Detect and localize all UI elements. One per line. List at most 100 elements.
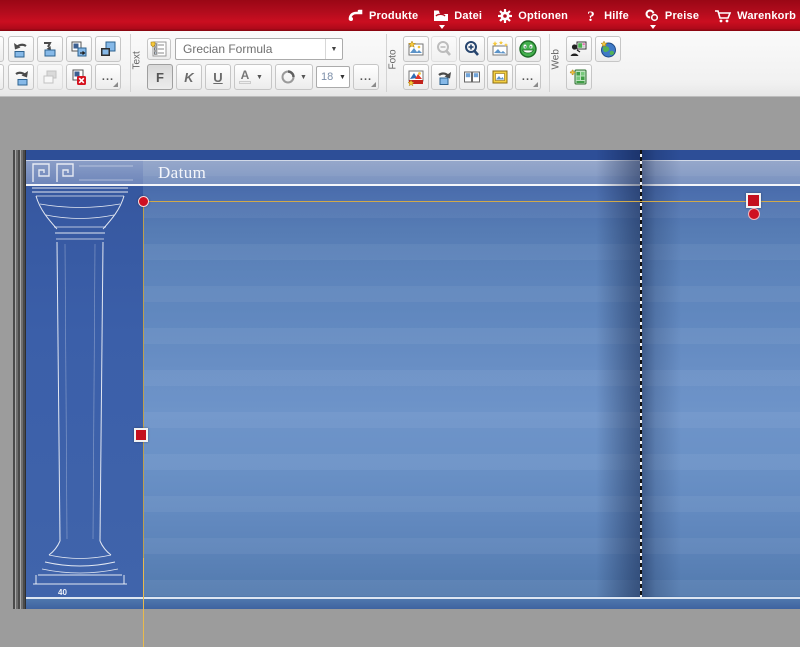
more-text-button[interactable]: ... [353, 64, 379, 90]
italic-label: K [184, 70, 193, 85]
add-photo-icon [406, 39, 426, 59]
font-size-combobox[interactable]: 18 ▼ [316, 66, 350, 88]
menu-item-datei[interactable]: Datei [433, 0, 482, 31]
send-to-back-button[interactable] [95, 36, 121, 62]
photo-book-editor-window: Produkte Datei [0, 0, 800, 647]
calendar-header-title[interactable]: Datum [158, 161, 206, 184]
web-group-label: Web [551, 58, 562, 70]
menu-label: Produkte [369, 10, 418, 22]
font-family-combobox[interactable]: Grecian Formula ▼ [175, 38, 343, 60]
coins-icon [644, 8, 660, 24]
menubar: Produkte Datei [0, 0, 800, 31]
paste-object-icon [40, 39, 60, 59]
photo-frame-button[interactable] [487, 64, 513, 90]
page-fold-shadow [596, 150, 681, 609]
zoom-in-photo-button[interactable] [459, 36, 485, 62]
calendar-page[interactable]: Datum 40 [13, 150, 800, 609]
selection-rotate-handle[interactable] [748, 208, 760, 220]
corner-arrow-icon [533, 82, 538, 87]
redo-icon [11, 67, 31, 87]
undo-button[interactable] [8, 36, 34, 62]
smiley-button[interactable] [515, 36, 541, 62]
web-upload-icon [569, 67, 589, 87]
toolbar: ... Text Grecian Formula ▼ F [0, 31, 800, 97]
enhance-photo-button[interactable] [487, 36, 513, 62]
selection-handle-top-left[interactable] [138, 196, 149, 207]
bold-button[interactable]: F [147, 64, 173, 90]
page-top-strip [26, 150, 800, 160]
text-effect-dropdown-arrow[interactable]: ▼ [300, 74, 307, 81]
selection-handle-middle-left[interactable] [134, 428, 148, 442]
chevron-down-icon [439, 25, 445, 29]
font-color-icon: A [239, 70, 251, 84]
underline-button[interactable]: U [205, 64, 231, 90]
webcam-button[interactable] [566, 36, 592, 62]
photo-split-button[interactable] [459, 64, 485, 90]
web-upload-button[interactable] [566, 64, 592, 90]
menu-item-optionen[interactable]: Optionen [497, 0, 568, 31]
gear-icon [497, 8, 513, 24]
globe-icon [598, 39, 618, 59]
menu-label: Optionen [518, 10, 568, 22]
menu-item-produkte[interactable]: Produkte [348, 0, 418, 31]
rotate-photo-button[interactable] [431, 64, 457, 90]
menu-item-warenkorb[interactable]: Warenkorb [714, 0, 796, 31]
two-photos-icon [462, 67, 482, 87]
selection-handle-top-middle[interactable] [746, 193, 761, 208]
greek-key-pattern-icon [31, 162, 135, 184]
delete-button[interactable] [66, 64, 92, 90]
undo-icon [11, 39, 31, 59]
smiley-icon [518, 39, 538, 59]
webcam-icon [569, 39, 589, 59]
clipped-edit-button[interactable] [0, 36, 4, 62]
more-foto-button[interactable]: ... [515, 64, 541, 90]
color-wheel-icon [281, 70, 295, 84]
paste-object-button[interactable] [37, 36, 63, 62]
font-list-icon [150, 41, 168, 57]
bring-to-front-button[interactable] [66, 36, 92, 62]
selection-outline-top [143, 201, 800, 202]
menu-item-preise[interactable]: Preise [644, 0, 699, 31]
page-number: 40 [58, 588, 67, 597]
menu-label: Warenkorb [737, 10, 796, 22]
menu-label: Hilfe [604, 10, 629, 22]
enhance-photo-icon [490, 39, 510, 59]
chevron-down-icon [650, 25, 656, 29]
pipe-icon [348, 8, 364, 24]
rotate-icon [434, 67, 454, 87]
duplicate-button[interactable] [37, 64, 63, 90]
add-photo-button[interactable] [403, 36, 429, 62]
delete-icon [69, 67, 89, 87]
cart-icon [714, 8, 732, 24]
workspace: Datum 40 [0, 97, 800, 647]
redo-button[interactable] [8, 64, 34, 90]
text-effect-button[interactable]: ▼ [275, 64, 313, 90]
web-globe-button[interactable] [595, 36, 621, 62]
calendar-header-band[interactable]: Datum [26, 160, 800, 186]
menu-item-hilfe[interactable]: ? Hilfe [583, 0, 629, 31]
more-edit-button[interactable]: ... [95, 64, 121, 90]
font-manager-button[interactable] [147, 38, 171, 60]
text-group-label: Text [132, 58, 143, 70]
greek-column-panel [26, 160, 143, 597]
photo-effects-icon [406, 67, 426, 87]
font-family-dropdown-arrow[interactable]: ▼ [325, 39, 342, 59]
zoom-out-icon [434, 39, 454, 59]
svg-text:?: ? [587, 9, 595, 24]
more-foto-label: ... [522, 73, 534, 81]
photo-effects-button[interactable] [403, 64, 429, 90]
bold-label: F [156, 70, 164, 85]
font-family-value: Grecian Formula [176, 42, 325, 56]
underline-label: U [213, 70, 222, 85]
page-fold-dashed-line [640, 150, 642, 609]
italic-button[interactable]: K [176, 64, 202, 90]
font-color-dropdown-arrow[interactable]: ▼ [256, 74, 263, 81]
zoom-out-photo-button[interactable] [431, 36, 457, 62]
font-color-button[interactable]: A ▼ [234, 64, 272, 90]
font-size-dropdown-arrow[interactable]: ▼ [336, 67, 349, 87]
menu-label: Datei [454, 10, 482, 22]
bring-to-front-icon [69, 39, 89, 59]
selection-outline-left [143, 201, 144, 647]
clipped-edit-button-2[interactable] [0, 64, 4, 90]
send-to-back-icon [98, 39, 118, 59]
